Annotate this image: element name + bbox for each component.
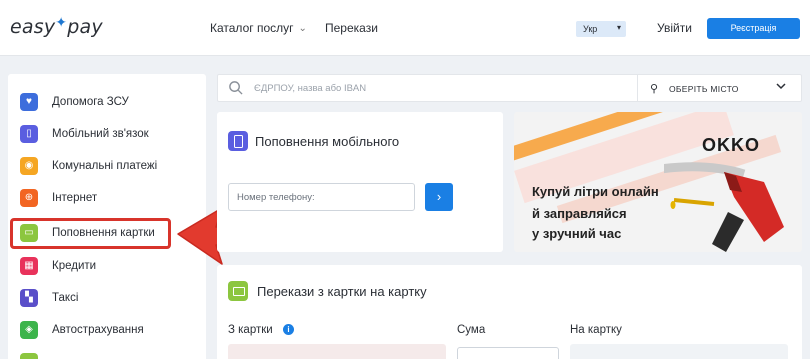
- sidebar-item-label: Мобільний зв'язок: [52, 128, 149, 140]
- card-transfer-title: Перекази з картки на картку: [257, 284, 427, 299]
- phone-icon: ▯: [20, 125, 38, 143]
- card-icon: [228, 281, 248, 301]
- chevron-down-icon: ⌄: [298, 23, 307, 34]
- city-select[interactable]: ОБЕРІТЬ МІСТО: [669, 84, 739, 94]
- logo-star-icon: ✦: [55, 15, 68, 31]
- highlight-box: [10, 218, 171, 249]
- logo-text-pay: pay: [67, 16, 103, 38]
- bank-icon: ▦: [20, 257, 38, 275]
- okko-promo-banner[interactable]: OKKO Купуй літри онлайн й заправляйся у …: [514, 112, 802, 252]
- language-value: Укр: [583, 24, 598, 34]
- easypay-logo[interactable]: easy✦pay: [10, 15, 103, 38]
- search-icon: [229, 81, 243, 95]
- register-button[interactable]: Реєстрація: [707, 18, 800, 39]
- heart-hands-icon: ♥: [20, 93, 38, 111]
- sidebar-item-label: Інтернет: [52, 192, 98, 204]
- sidebar-item-zsu-help[interactable]: ♥ Допомога ЗСУ: [8, 89, 206, 115]
- to-card-field[interactable]: [570, 344, 788, 359]
- sidebar-item-partial[interactable]: [8, 349, 206, 359]
- sidebar-item-auto-insurance[interactable]: ◈ Автострахування: [8, 317, 206, 343]
- shield-car-icon: ◈: [20, 321, 38, 339]
- top-header: easy✦pay Каталог послуг ⌄ Перекази Укр ▾ …: [0, 0, 810, 56]
- to-card-label: На картку: [570, 324, 622, 336]
- sidebar-item-label: Допомога ЗСУ: [52, 96, 129, 108]
- search-input[interactable]: ЄДРПОУ, назва або IBAN: [254, 83, 366, 94]
- sidebar-item-utilities[interactable]: ◉ Комунальні платежі: [8, 153, 206, 179]
- promo-line-2: й заправляйся: [532, 206, 627, 221]
- chevron-down-icon: ▾: [616, 23, 621, 32]
- sidebar-item-mobile[interactable]: ▯ Мобільний зв'язок: [8, 121, 206, 147]
- from-card-field[interactable]: [228, 344, 446, 359]
- promo-line-1: Купуй літри онлайн: [532, 184, 659, 199]
- submit-arrow-button[interactable]: ›: [425, 183, 453, 211]
- info-icon[interactable]: i: [283, 324, 294, 335]
- taxi-icon: ▚: [20, 289, 38, 307]
- from-card-label: З картки: [228, 324, 273, 336]
- search-bar[interactable]: ЄДРПОУ, назва або IBAN ⚲ ОБЕРІТЬ МІСТО: [217, 74, 802, 102]
- logo-text-easy: easy: [10, 16, 56, 38]
- mobile-topup-card: Поповнення мобільного Номер телефону: ›: [217, 112, 503, 252]
- sidebar-item-label: Комунальні платежі: [52, 160, 158, 172]
- bulb-icon: ◉: [20, 157, 38, 175]
- nav-catalog[interactable]: Каталог послуг ⌄: [210, 21, 307, 35]
- sidebar-item-taxi[interactable]: ▚ Таксі: [8, 285, 206, 311]
- sidebar-item-label: Таксі: [52, 292, 79, 304]
- sidebar-item-label: Автострахування: [52, 324, 144, 336]
- amount-input[interactable]: [457, 347, 559, 359]
- chevron-down-icon[interactable]: [775, 80, 787, 92]
- mobile-topup-title: Поповнення мобільного: [255, 134, 400, 149]
- globe-icon: ⊕: [20, 189, 38, 207]
- nav-transfers[interactable]: Перекази: [325, 21, 378, 35]
- phone-number-input[interactable]: Номер телефону:: [228, 183, 415, 211]
- amount-label: Сума: [457, 324, 486, 336]
- sidebar-item-label: Кредити: [52, 260, 97, 272]
- language-select[interactable]: Укр ▾: [576, 21, 626, 37]
- phone-icon: [228, 131, 248, 151]
- location-pin-icon: ⚲: [650, 83, 659, 95]
- search-divider: [637, 75, 638, 101]
- promo-line-3: у зручний час: [532, 226, 622, 241]
- login-link[interactable]: Увійти: [657, 21, 692, 35]
- fuel-nozzle-icon: [664, 162, 784, 252]
- nav-catalog-label: Каталог послуг: [210, 21, 294, 35]
- category-icon: [20, 353, 38, 359]
- card-transfer-card: Перекази з картки на картку З картки i С…: [217, 265, 802, 359]
